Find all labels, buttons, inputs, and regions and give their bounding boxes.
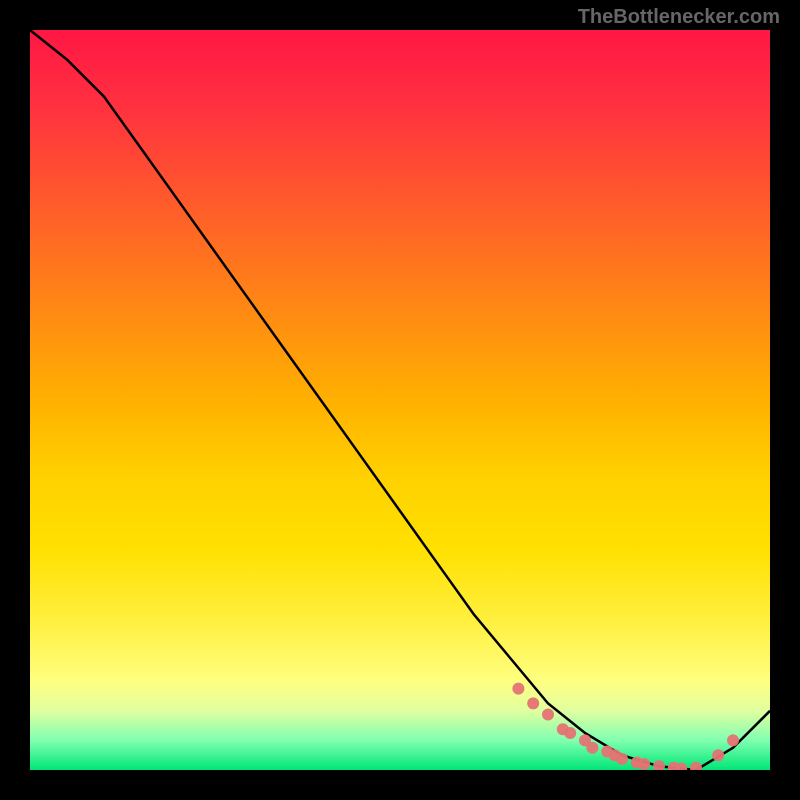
watermark-text: TheBottlenecker.com bbox=[578, 6, 780, 29]
chart-container: TheBottlenecker.com bbox=[0, 0, 800, 800]
chart-svg bbox=[30, 30, 770, 770]
curve-line bbox=[30, 30, 770, 770]
plot-area bbox=[30, 30, 770, 770]
marker-dots bbox=[512, 683, 739, 770]
